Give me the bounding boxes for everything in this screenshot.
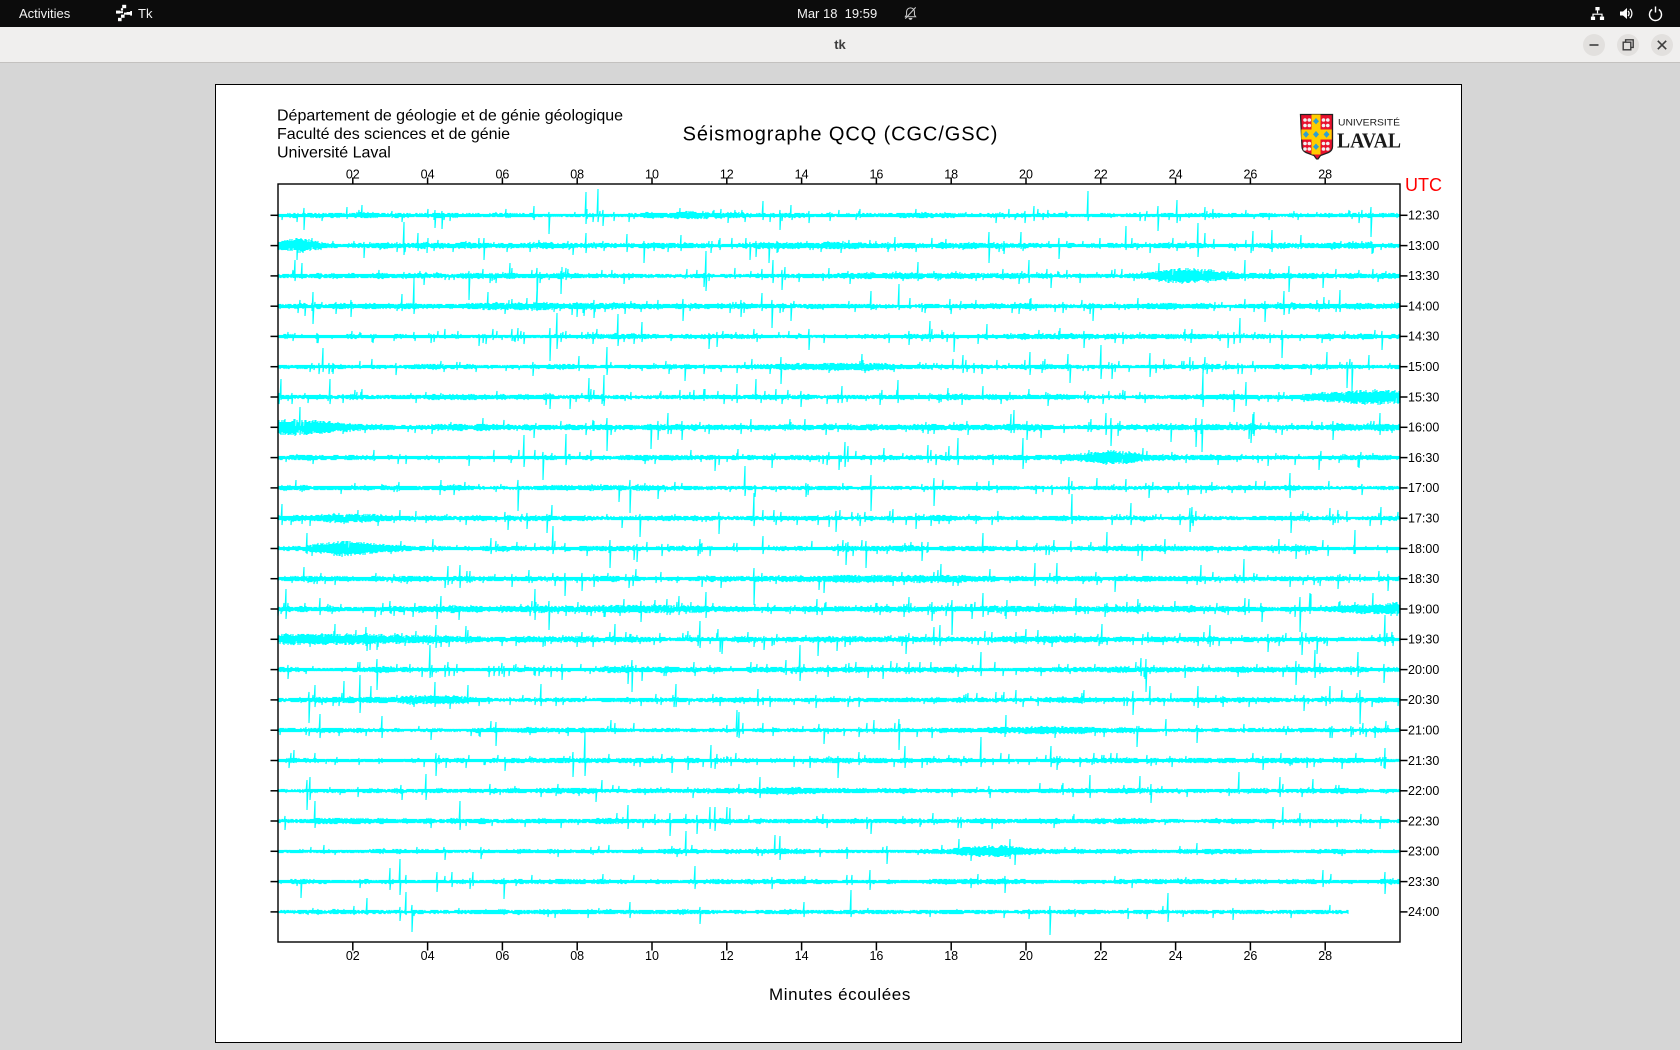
svg-text:UNIVERSITÉ: UNIVERSITÉ — [1338, 118, 1400, 128]
svg-text:Minutes écoulées: Minutes écoulées — [769, 985, 911, 1004]
svg-text:24: 24 — [1169, 168, 1183, 182]
svg-text:28: 28 — [1318, 168, 1332, 182]
svg-text:23:00: 23:00 — [1408, 845, 1439, 859]
svg-text:Université Laval: Université Laval — [277, 145, 391, 162]
svg-text:26: 26 — [1243, 949, 1257, 963]
svg-text:16:30: 16:30 — [1408, 451, 1439, 465]
svg-text:20:00: 20:00 — [1408, 663, 1439, 677]
svg-text:04: 04 — [421, 168, 435, 182]
svg-text:20: 20 — [1019, 168, 1033, 182]
svg-text:21:00: 21:00 — [1408, 724, 1439, 738]
svg-text:02: 02 — [346, 949, 360, 963]
svg-text:24: 24 — [1169, 949, 1183, 963]
svg-text:18:30: 18:30 — [1408, 572, 1439, 586]
svg-text:19:30: 19:30 — [1408, 633, 1439, 647]
svg-text:02: 02 — [346, 168, 360, 182]
svg-text:06: 06 — [495, 949, 509, 963]
svg-text:20:30: 20:30 — [1408, 693, 1439, 707]
svg-text:21:30: 21:30 — [1408, 754, 1439, 768]
svg-text:16: 16 — [869, 949, 883, 963]
svg-text:17:30: 17:30 — [1408, 512, 1439, 526]
svg-text:16: 16 — [869, 168, 883, 182]
svg-text:08: 08 — [570, 949, 584, 963]
svg-text:06: 06 — [495, 168, 509, 182]
svg-text:08: 08 — [570, 168, 584, 182]
svg-text:13:00: 13:00 — [1408, 239, 1439, 253]
svg-text:Faculté des sciences et de gén: Faculté des sciences et de génie — [277, 126, 510, 143]
svg-text:22:00: 22:00 — [1408, 784, 1439, 798]
svg-text:13:30: 13:30 — [1408, 269, 1439, 283]
svg-text:15:30: 15:30 — [1408, 390, 1439, 404]
svg-text:16:00: 16:00 — [1408, 421, 1439, 435]
svg-text:14: 14 — [795, 168, 809, 182]
svg-text:12: 12 — [720, 949, 734, 963]
svg-text:28: 28 — [1318, 949, 1332, 963]
svg-text:24:00: 24:00 — [1408, 905, 1439, 919]
svg-text:22:30: 22:30 — [1408, 814, 1439, 828]
svg-text:18: 18 — [944, 168, 958, 182]
svg-text:14:30: 14:30 — [1408, 330, 1439, 344]
svg-text:14:00: 14:00 — [1408, 300, 1439, 314]
svg-text:19:00: 19:00 — [1408, 602, 1439, 616]
svg-text:22: 22 — [1094, 949, 1108, 963]
svg-text:18:00: 18:00 — [1408, 542, 1439, 556]
svg-text:14: 14 — [795, 949, 809, 963]
svg-text:UTC: UTC — [1405, 175, 1442, 195]
svg-text:Département de géologie et de: Département de géologie et de génie géol… — [277, 108, 623, 125]
svg-text:Séismographe QCQ (CGC/GSC): Séismographe QCQ (CGC/GSC) — [683, 123, 999, 145]
svg-text:10: 10 — [645, 949, 659, 963]
svg-text:26: 26 — [1243, 168, 1257, 182]
svg-text:12:30: 12:30 — [1408, 209, 1439, 223]
svg-text:15:00: 15:00 — [1408, 360, 1439, 374]
svg-text:12: 12 — [720, 168, 734, 182]
svg-text:LAVAL: LAVAL — [1337, 129, 1401, 153]
svg-text:04: 04 — [421, 949, 435, 963]
svg-text:10: 10 — [645, 168, 659, 182]
svg-text:20: 20 — [1019, 949, 1033, 963]
svg-text:17:00: 17:00 — [1408, 481, 1439, 495]
svg-text:23:30: 23:30 — [1408, 875, 1439, 889]
svg-text:18: 18 — [944, 949, 958, 963]
svg-text:22: 22 — [1094, 168, 1108, 182]
